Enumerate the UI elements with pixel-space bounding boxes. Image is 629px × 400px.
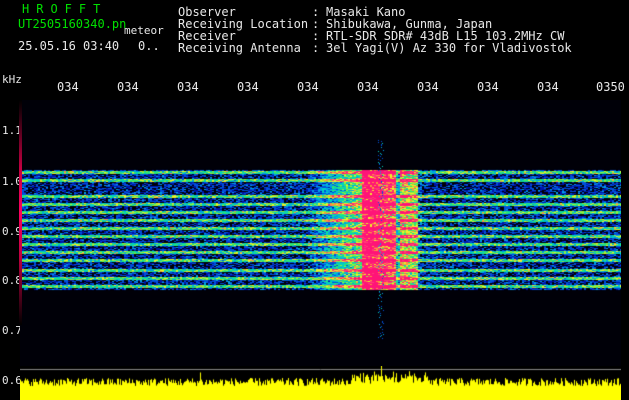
antenna-value: 3el Yagi(V) Az 330 for Vladivostok — [326, 41, 572, 55]
antenna-label: Receiving Antenna — [178, 41, 301, 55]
time-tick: 034 — [237, 80, 259, 94]
time-tick: 034 — [357, 80, 379, 94]
antenna-sep: : — [312, 41, 320, 55]
app-title: HROFFT — [22, 2, 108, 16]
hrofft-window: HROFFT UT2505160340.pn meteor 25.05.16 0… — [0, 0, 629, 400]
time-tick: 034 — [57, 80, 79, 94]
freq-unit-label: kHz — [2, 73, 22, 86]
time-tick: 034 — [417, 80, 439, 94]
time-tick: 034 — [177, 80, 199, 94]
spectrogram-canvas — [20, 100, 621, 366]
time-tick: 034 — [537, 80, 559, 94]
power-trace-canvas — [20, 366, 621, 400]
time-tick: 034 — [297, 80, 319, 94]
time-tick: 0350 — [596, 80, 625, 94]
zoom-level: 0.. — [138, 39, 160, 53]
time-axis: 034 034 034 034 034 034 034 034 034 0350 — [0, 80, 629, 94]
freq-tick: 0.7 — [2, 324, 22, 337]
time-tick: 034 — [477, 80, 499, 94]
date-time: 25.05.16 03:40 — [18, 39, 120, 53]
file-mode: meteor — [124, 24, 164, 37]
left-marker — [19, 100, 22, 325]
file-name: UT2505160340.pn — [18, 17, 127, 31]
freq-tick: 0.6 — [2, 374, 22, 387]
time-tick: 034 — [117, 80, 139, 94]
